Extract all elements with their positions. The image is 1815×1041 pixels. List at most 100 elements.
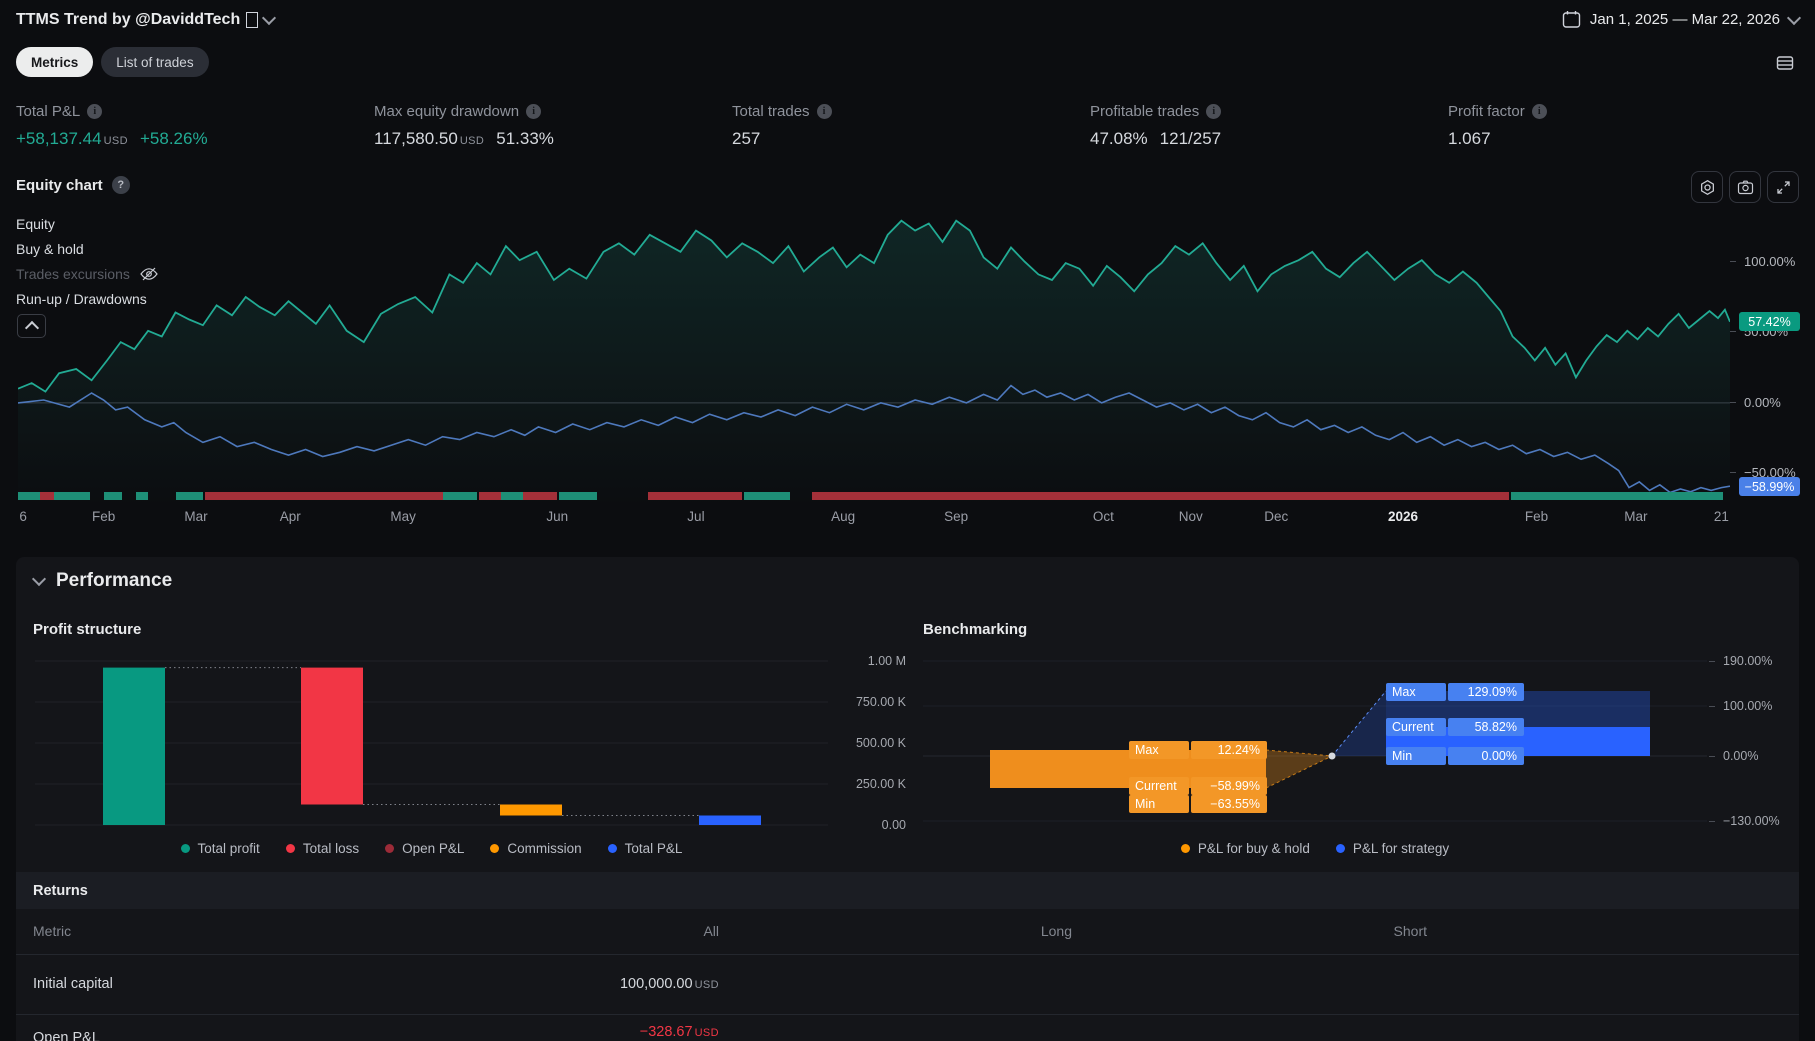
info-icon[interactable]: i	[1531, 104, 1547, 119]
legend-label: Buy & hold	[16, 240, 84, 257]
chart-fullscreen-button[interactable]	[1767, 171, 1799, 203]
metric-value: 117,580.50	[374, 129, 458, 148]
tab-metrics[interactable]: Metrics	[16, 47, 94, 77]
buy-hold-transition-wedge	[1266, 750, 1332, 788]
table-row: Initial capital 100,000.00 USD	[16, 954, 1799, 1015]
trade-marker-segment	[1510, 492, 1724, 500]
legend-label: Open P&L	[402, 841, 465, 856]
legend-dot-icon	[1335, 844, 1345, 853]
legend-label: Total loss	[302, 841, 360, 856]
legend-item-buy-hold[interactable]: Buy & hold	[16, 236, 159, 261]
metric-label: Total P&L	[16, 103, 81, 120]
legend-label: Total P&L	[624, 841, 683, 856]
trade-marker-segment	[558, 492, 597, 500]
y-axis-label: 100.00%	[1709, 699, 1772, 713]
gear-icon	[1700, 179, 1714, 195]
trade-marker-segment	[442, 492, 477, 500]
profit-structure-chart	[35, 660, 828, 826]
callout-label: Min	[1129, 795, 1189, 813]
waterfall-bar[interactable]	[699, 815, 761, 826]
trade-marker-segment	[500, 492, 524, 500]
callout-label: Current	[1386, 718, 1446, 736]
row-metric-label: Open P&L	[33, 1030, 100, 1041]
equity-chart-legend: Equity Buy & hold Trades excursions Run-…	[16, 211, 159, 311]
callout-value: 129.09%	[1448, 683, 1524, 701]
x-axis-label: Feb	[91, 509, 116, 524]
chart-snapshot-button[interactable]	[1729, 171, 1761, 203]
legend-item-runup-drawdowns[interactable]: Run-up / Drawdowns	[16, 286, 159, 311]
legend-label: P&L for strategy	[1352, 841, 1450, 856]
strategy-title[interactable]: TTMS Trend by @DaviddTech	[16, 10, 277, 29]
legend-dot-icon	[607, 844, 617, 853]
callout-label: Max	[1386, 683, 1446, 701]
y-axis-label: 100.00%	[1730, 254, 1795, 269]
profit-structure-legend: Total profit Total loss Open P&L Commission…	[35, 841, 828, 856]
legend-item-trades-excursions[interactable]: Trades excursions	[16, 261, 159, 286]
equity-chart-title: Equity chart ?	[16, 176, 130, 194]
benchmarking-title: Benchmarking	[923, 621, 1028, 638]
column-header-short: Short	[1393, 923, 1427, 939]
waterfall-bar[interactable]	[301, 667, 363, 805]
trade-marker-segment	[743, 492, 791, 500]
y-axis-label: 0.00	[881, 818, 906, 832]
trade-marker-segment	[204, 492, 443, 500]
tab-list-of-trades[interactable]: List of trades	[101, 47, 209, 77]
waterfall-bar[interactable]	[103, 667, 165, 825]
row-metric-label: Initial capital	[33, 976, 113, 992]
x-axis-label: Nov	[1178, 509, 1203, 524]
legend-item: Open P&L	[385, 841, 464, 856]
x-axis-label: Apr	[279, 509, 301, 524]
currency-label: USD	[694, 979, 719, 991]
equity-chart-plot[interactable]	[18, 208, 1730, 506]
view-tabs: Metrics List of trades	[16, 47, 209, 77]
collapse-legend-button[interactable]	[17, 314, 46, 338]
metric-label: Profitable trades	[1090, 103, 1200, 120]
callout-label: Min	[1386, 747, 1446, 765]
x-axis-label: Dec	[1264, 509, 1289, 524]
callout-label: Max	[1129, 741, 1189, 759]
metric-total-pnl: Total P&L i +58,137.44 USD +58.26%	[16, 103, 374, 149]
metric-profit-factor: Profit factor i 1.067	[1448, 103, 1806, 149]
trade-marker-segment	[478, 492, 501, 500]
y-axis-label: 750.00 K	[855, 695, 906, 709]
x-axis-label: Oct	[1092, 509, 1114, 524]
legend-label: Commission	[507, 841, 582, 856]
row-value: 100,000.00 USD	[619, 976, 719, 992]
chevron-down-icon	[31, 571, 47, 587]
returns-section-header: Returns	[16, 872, 1799, 909]
trade-marker-segment	[136, 492, 149, 500]
row-value: −328.67 USD	[639, 1024, 719, 1040]
metric-value: 1.067	[1448, 129, 1491, 148]
trade-marker-segment	[18, 492, 41, 500]
callout-value: 0.00%	[1448, 747, 1524, 765]
metric-secondary: +58.26%	[140, 129, 208, 148]
legend-item: Total profit	[180, 841, 260, 856]
chart-settings-button[interactable]	[1691, 171, 1723, 203]
buy-hold-current-callout: Current −58.99%	[1129, 777, 1267, 795]
x-axis-label: 6	[19, 509, 27, 524]
help-icon[interactable]: ?	[111, 176, 130, 194]
waterfall-bar[interactable]	[500, 804, 562, 816]
legend-label: Equity	[16, 215, 55, 232]
info-icon[interactable]: i	[1206, 104, 1222, 119]
buy-hold-value-badge: −58.99%	[1739, 477, 1800, 496]
layout-list-button[interactable]	[1770, 48, 1799, 77]
x-axis-label: 2026	[1387, 509, 1419, 524]
x-axis-label: 21	[1713, 509, 1729, 524]
y-axis-label: 0.00%	[1730, 395, 1781, 410]
legend-dot-icon	[385, 844, 395, 853]
y-axis-label: 190.00%	[1709, 654, 1772, 668]
info-icon[interactable]: i	[526, 104, 542, 119]
transition-point	[1328, 752, 1336, 760]
metric-secondary: 121/257	[1159, 129, 1222, 148]
info-icon[interactable]: i	[87, 104, 103, 119]
date-range-picker[interactable]: Jan 1, 2025 — Mar 22, 2026	[1562, 10, 1802, 29]
legend-dot-icon	[285, 844, 295, 853]
x-axis-label: May	[390, 509, 416, 524]
info-icon[interactable]: i	[816, 104, 832, 119]
performance-header[interactable]: Performance	[31, 570, 173, 592]
x-axis-label: Feb	[1524, 509, 1549, 524]
performance-title: Performance	[56, 570, 173, 591]
returns-title: Returns	[33, 882, 88, 899]
legend-item-equity[interactable]: Equity	[16, 211, 159, 236]
